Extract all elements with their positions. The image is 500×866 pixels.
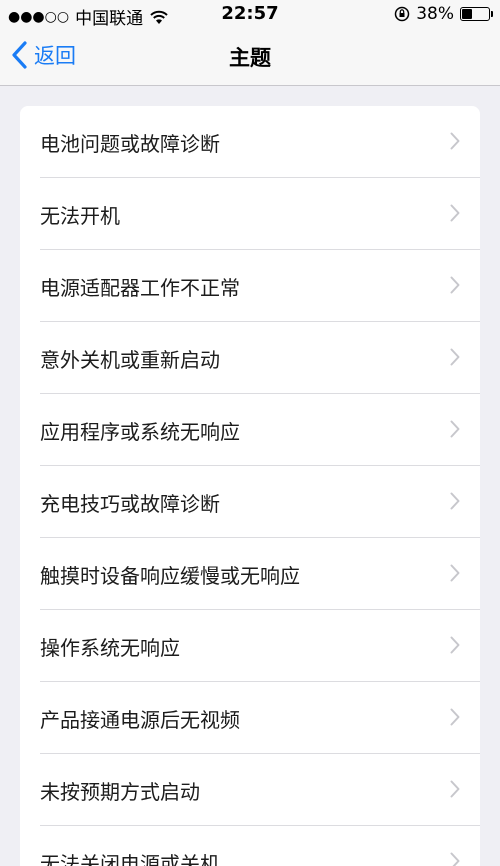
list-item[interactable]: 意外关机或重新启动 (20, 322, 480, 394)
list-item[interactable]: 电源适配器工作不正常 (20, 250, 480, 322)
navigation-bar: 返回 主题 (0, 30, 500, 86)
chevron-right-icon (450, 276, 460, 294)
list-item[interactable]: 应用程序或系统无响应 (20, 394, 480, 466)
list-item[interactable]: 产品接通电源后无视频 (20, 682, 480, 754)
list-item[interactable]: 触摸时设备响应缓慢或无响应 (20, 538, 480, 610)
list-item-label: 充电技巧或故障诊断 (40, 492, 220, 516)
list-item-label: 应用程序或系统无响应 (40, 420, 240, 444)
battery-icon (460, 7, 493, 21)
list-item-label: 产品接通电源后无视频 (40, 708, 240, 732)
list-item[interactable]: 无法开机 (20, 178, 480, 250)
list-item[interactable]: 操作系统无响应 (20, 610, 480, 682)
chevron-right-icon (450, 420, 460, 438)
list-item[interactable]: 无法关闭电源或关机 (20, 826, 480, 866)
list-item[interactable]: 充电技巧或故障诊断 (20, 466, 480, 538)
list-item-label: 未按预期方式启动 (40, 780, 200, 804)
chevron-right-icon (450, 636, 460, 654)
topic-list: 电池问题或故障诊断 无法开机 电源适配器工作不正常 意外关机或重新启动 应用程序… (20, 106, 480, 866)
list-item-label: 无法关闭电源或关机 (40, 852, 220, 866)
list-item-label: 操作系统无响应 (40, 636, 180, 660)
list-item-label: 触摸时设备响应缓慢或无响应 (40, 564, 300, 588)
chevron-right-icon (450, 564, 460, 582)
chevron-right-icon (450, 780, 460, 798)
chevron-right-icon (450, 132, 460, 150)
list-item-label: 无法开机 (40, 204, 120, 228)
chevron-right-icon (450, 708, 460, 726)
battery-percent: 38% (416, 4, 454, 24)
list-item[interactable]: 电池问题或故障诊断 (20, 106, 480, 178)
list-item-label: 电源适配器工作不正常 (40, 276, 240, 300)
rotation-lock-icon (394, 6, 410, 22)
status-right: 38% (394, 4, 493, 24)
chevron-right-icon (450, 204, 460, 222)
battery-fill (462, 9, 472, 19)
status-bar: ●●●○○ 中国联通 22:57 38% (0, 0, 500, 30)
chevron-right-icon (450, 348, 460, 366)
page-title: 主题 (229, 46, 271, 70)
chevron-right-icon (450, 852, 460, 866)
list-item[interactable]: 未按预期方式启动 (20, 754, 480, 826)
list-item-label: 意外关机或重新启动 (40, 348, 220, 372)
list-item-label: 电池问题或故障诊断 (40, 132, 220, 156)
chevron-right-icon (450, 492, 460, 510)
